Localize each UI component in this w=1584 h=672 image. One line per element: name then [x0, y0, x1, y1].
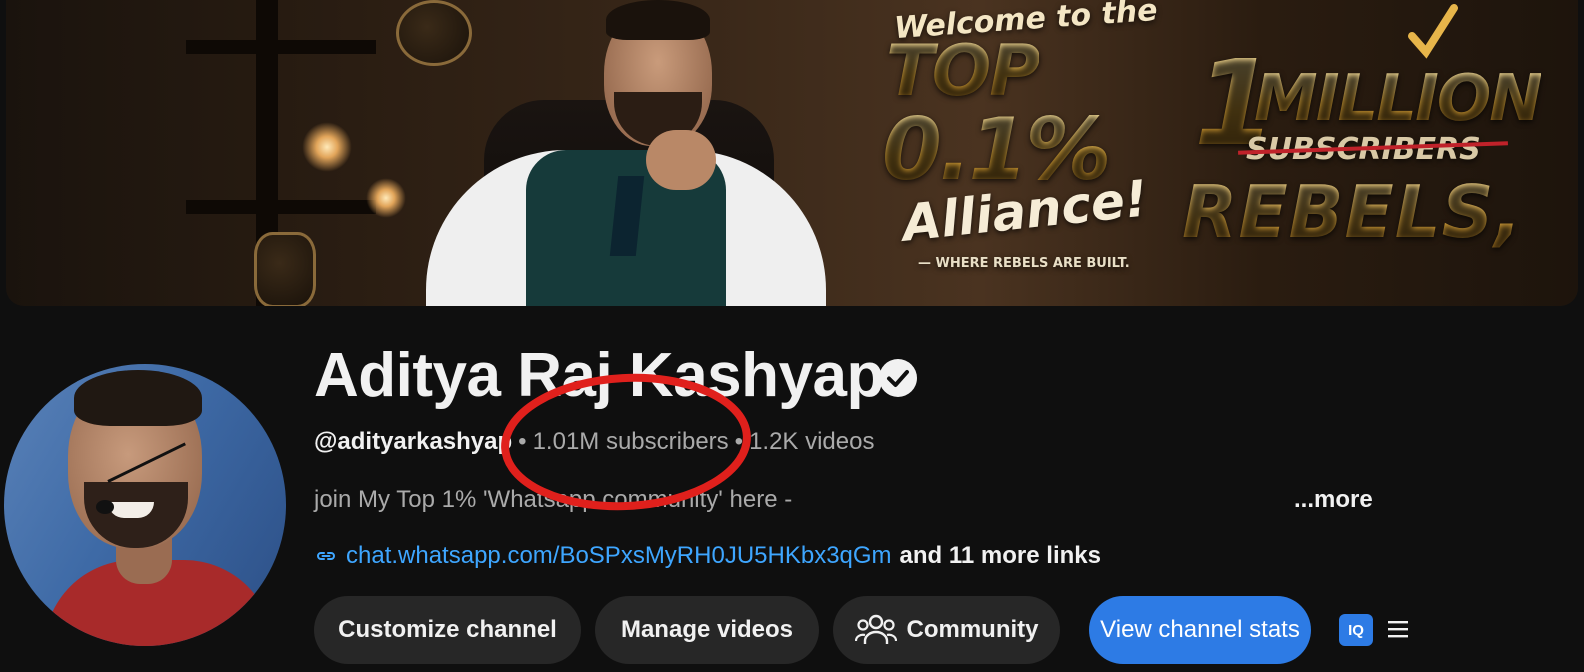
view-channel-stats-button[interactable]: View channel stats	[1089, 596, 1311, 664]
avatar-hair	[74, 370, 202, 426]
more-links-button[interactable]: and 11 more links	[900, 540, 1101, 572]
lamp-glow	[302, 122, 352, 172]
shelf	[186, 40, 376, 54]
manage-videos-label: Manage videos	[620, 616, 794, 643]
community-button[interactable]: Community	[833, 596, 1060, 664]
gold-check-icon	[1408, 4, 1458, 59]
channel-banner: Welcome to the TOP 0.1% Alliance! — WHER…	[6, 0, 1578, 306]
hourglass-decor	[254, 232, 316, 306]
person-hair	[606, 0, 710, 40]
channel-avatar[interactable]	[4, 364, 286, 646]
view-channel-stats-label: View channel stats	[1100, 616, 1300, 643]
channel-description[interactable]: join My Top 1% 'Whatsapp community' here…	[314, 484, 792, 516]
channel-meta: @adityarkashyap • 1.01M subscribers • 1.2K v…	[314, 426, 874, 458]
more-description-button[interactable]: ...more	[1294, 484, 1373, 516]
person-hand	[646, 130, 716, 190]
headset-mic-icon	[96, 500, 114, 514]
separator-dot: •	[734, 428, 744, 455]
banner-rebels-text: REBELS,	[1182, 170, 1523, 254]
whatsapp-link[interactable]: chat.whatsapp.com/BoSPxsMyRH0JU5HKbx3qGm	[346, 540, 892, 572]
lamp-glow	[366, 178, 406, 218]
community-label: Community	[906, 616, 1039, 643]
video-count: 1.2K videos	[749, 428, 875, 455]
subscriber-count: 1.01M subscribers	[532, 428, 729, 455]
verified-check-icon	[879, 359, 917, 397]
banner-million-text: MILLION	[1254, 62, 1543, 136]
banner-tagline: — WHERE REBELS ARE BUILT.	[918, 256, 1130, 271]
channel-links: chat.whatsapp.com/BoSPxsMyRH0JU5HKbx3qGm…	[314, 540, 1101, 572]
globe-decor	[396, 0, 472, 66]
manage-videos-button[interactable]: Manage videos	[595, 596, 819, 664]
separator-dot: •	[518, 428, 527, 455]
channel-handle: @adityarkashyap	[314, 428, 513, 455]
extension-badge-icon[interactable]: IQ	[1339, 614, 1373, 646]
customize-channel-label: Customize channel	[338, 616, 557, 643]
hamburger-menu-icon[interactable]	[1386, 618, 1412, 640]
shelf	[186, 200, 376, 214]
people-icon	[854, 614, 897, 644]
channel-name: Aditya Raj Kashyap	[314, 341, 884, 410]
customize-channel-button[interactable]: Customize channel	[314, 596, 581, 664]
link-icon	[317, 552, 335, 560]
